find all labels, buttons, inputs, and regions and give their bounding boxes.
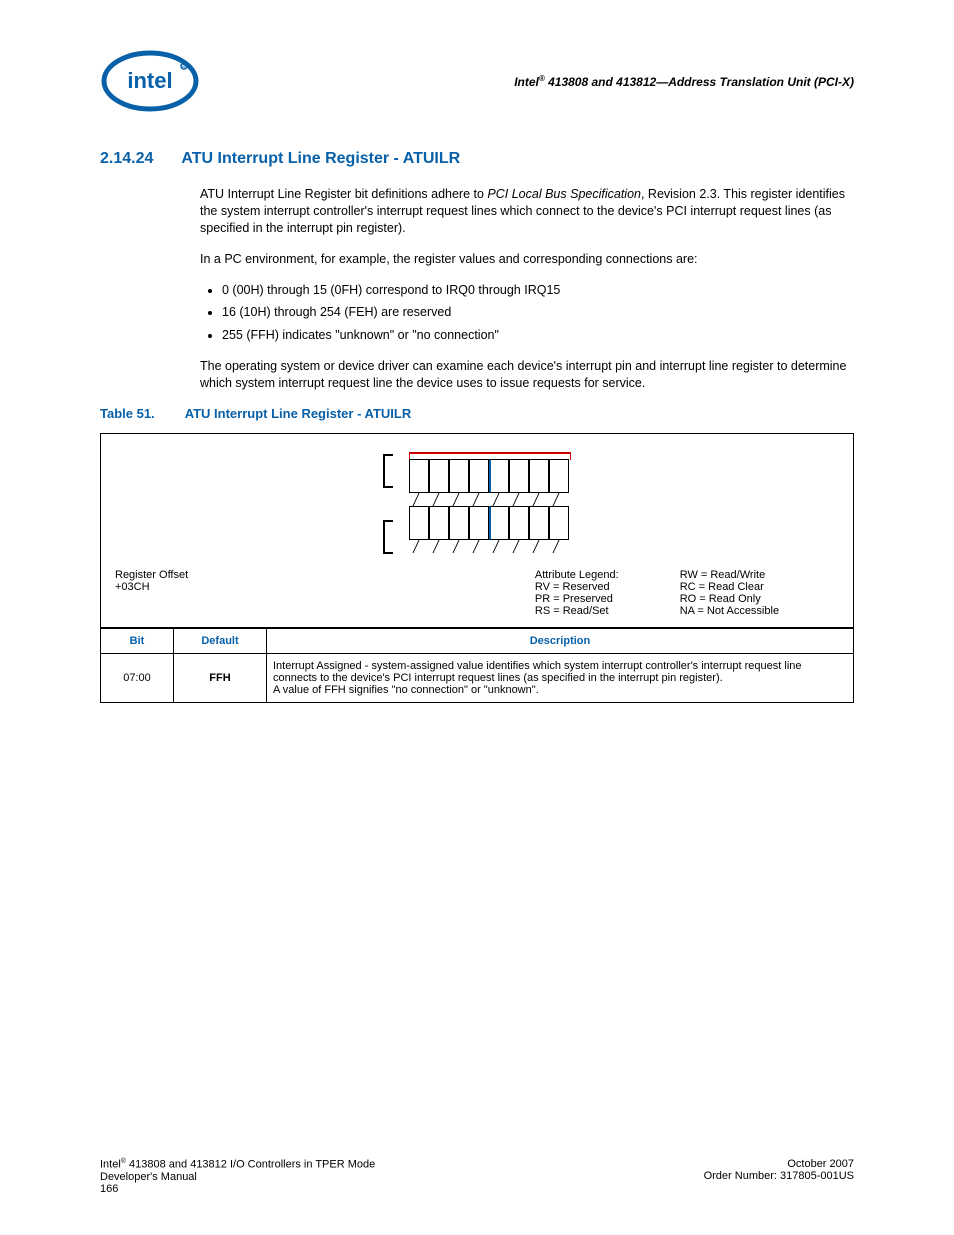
col-default: Default [174,628,267,653]
page-footer: Intel® 413808 and 413812 I/O Controllers… [100,1158,854,1195]
register-table: Bit Default Description 07:00 FFH Interr… [100,628,854,703]
col-bit: Bit [101,628,174,653]
table-header-row: Bit Default Description [101,628,854,653]
running-header: Intel® 413808 and 413812—Address Transla… [514,74,854,89]
bracket-icon [383,520,393,554]
section-title: ATU Interrupt Line Register - ATUILR [181,150,460,168]
body-text: ATU Interrupt Line Register bit definiti… [200,186,854,392]
section-heading: 2.14.24 ATU Interrupt Line Register - AT… [100,150,854,168]
section-number: 2.14.24 [100,150,153,168]
col-description: Description [267,628,854,653]
intel-logo: intel R [100,48,200,114]
register-offset-value: +03CH [115,581,535,593]
page-header: intel R Intel® 413808 and 413812—Address… [100,48,854,114]
bit-diagram [409,452,571,555]
register-figure: Register Offset +03CH Attribute Legend: … [100,433,854,628]
table-caption: Table 51. ATU Interrupt Line Register - … [100,406,854,421]
legend-title: Attribute Legend: [535,569,680,581]
table-title: ATU Interrupt Line Register - ATUILR [185,406,412,421]
svg-text:intel: intel [127,68,172,93]
table-label: Table 51. [100,406,155,421]
table-row: 07:00 FFH Interrupt Assigned - system-as… [101,653,854,702]
bracket-icon [383,454,393,488]
register-offset-label: Register Offset [115,569,535,581]
svg-text:R: R [182,65,186,71]
